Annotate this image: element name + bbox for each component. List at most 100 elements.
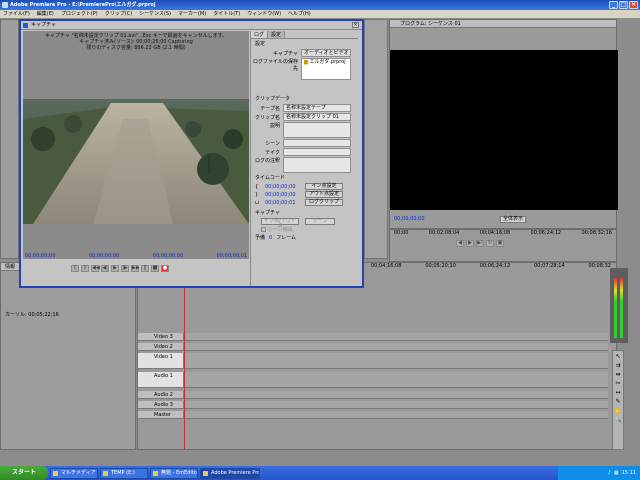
program-screen xyxy=(390,50,618,210)
out-point-icon: } xyxy=(255,191,259,198)
ripple-tool-icon[interactable]: ⇹ xyxy=(615,371,620,378)
menu-marker[interactable]: マーカー(M) xyxy=(178,10,206,18)
pen-tool-icon[interactable]: ✎ xyxy=(615,398,620,405)
menu-help[interactable]: ヘルプ(H) xyxy=(288,10,311,18)
safe-margin-icon[interactable]: ▣ xyxy=(496,240,504,247)
zoom-tool-icon[interactable]: 🔍 xyxy=(614,416,621,423)
goto-in-icon[interactable]: { xyxy=(71,265,79,272)
menu-sequence[interactable]: シーケンス(S) xyxy=(139,10,171,18)
capture-dialog-title: キャプチャ xyxy=(31,22,56,28)
taskbar-emeditor[interactable]: 無題 - EmEditor xyxy=(150,467,198,479)
track-audio-2[interactable]: Audio 2 xyxy=(138,391,608,399)
log-note-label: ログの注釈 xyxy=(254,158,280,164)
taskbar-multimedia[interactable]: マルチメディア xyxy=(50,467,98,479)
timeline-ruler: 00;04;16;08 00;05;20;10 00;06;24;12 00;0… xyxy=(371,263,611,269)
scene-field[interactable] xyxy=(283,139,351,147)
folder-icon: ▆ xyxy=(304,59,308,65)
capture-tabs: ログ 設定 xyxy=(251,31,358,39)
pause-icon[interactable]: ‖ xyxy=(141,265,149,272)
taskbar-premiere[interactable]: Adobe Premiere Pro... xyxy=(200,467,260,479)
tape-name-field[interactable]: 名称未設定テープ xyxy=(283,104,351,112)
capture-dialog-titlebar: キャプチャ × xyxy=(21,21,362,30)
program-timecode[interactable]: 00;00;00;00 xyxy=(394,216,425,222)
minimize-button[interactable]: _ xyxy=(609,1,618,9)
capture-tc-mid[interactable]: 00;00;00;00 xyxy=(89,253,120,259)
stop-icon[interactable]: ■ xyxy=(151,265,159,272)
timecode-section-title: タイムコード xyxy=(255,175,285,181)
slip-tool-icon[interactable]: ↔ xyxy=(615,389,620,396)
capture-mode-select[interactable]: オーディオとビデオ xyxy=(301,49,351,57)
menu-title[interactable]: タイトル(T) xyxy=(213,10,240,18)
scene-detect-checkbox[interactable] xyxy=(261,227,266,232)
step-back-deck-icon[interactable]: ◀| xyxy=(101,265,109,272)
capture-video-frame xyxy=(23,99,249,224)
program-tab[interactable]: プログラム: シーケンス 01 xyxy=(390,20,616,28)
log-note-field[interactable] xyxy=(283,157,351,173)
scene-detect-label: シーン検出 xyxy=(268,227,293,233)
clip-name-field[interactable]: 名称未設定クリップ 01 xyxy=(283,113,351,121)
menu-clip[interactable]: クリップ(C) xyxy=(105,10,132,18)
tab-log[interactable]: ログ xyxy=(251,31,269,38)
meter-right xyxy=(620,278,623,338)
project-panel xyxy=(0,19,19,259)
tab-settings[interactable]: 設定 xyxy=(268,31,286,38)
out-point-tc[interactable]: 00;00;00;00 xyxy=(265,192,305,198)
start-button[interactable]: スタート xyxy=(0,466,48,480)
record-icon[interactable]: ● xyxy=(161,265,169,272)
capture-tc-right[interactable]: 00;00;00;01 xyxy=(216,253,247,259)
log-dest-field[interactable]: ▆ エルガダ.prproj xyxy=(301,58,351,80)
step-forward-deck-icon[interactable]: |▶ xyxy=(121,265,129,272)
track-video-2[interactable]: Video 2 xyxy=(138,343,608,351)
track-video-1[interactable]: Video 1 xyxy=(138,353,608,369)
network-icon[interactable]: ▦ xyxy=(614,470,619,476)
timeline-panel: 00;04;16;08 00;05;20;10 00;06;24;12 00;0… xyxy=(137,262,617,450)
capture-tape-button[interactable]: テープ xyxy=(305,218,335,225)
menu-edit[interactable]: 編集(E) xyxy=(37,10,54,18)
set-out-button[interactable]: アウト点設定 xyxy=(305,191,343,198)
handles-label: 予備 xyxy=(255,235,266,241)
capture-tc-right2[interactable]: 00;00;00;00 xyxy=(153,253,184,259)
clip-name-label: クリップ名 xyxy=(254,114,280,121)
clock: 15:11 xyxy=(621,470,636,476)
selection-tool-icon[interactable]: ↖ xyxy=(615,353,620,360)
rewind-icon[interactable]: ◀◀ xyxy=(91,265,100,272)
in-point-tc[interactable]: 00;00;00;00 xyxy=(265,184,305,190)
playhead-line[interactable] xyxy=(184,273,185,449)
step-back-icon[interactable]: ◀ xyxy=(456,240,464,247)
razor-tool-icon[interactable]: ✂ xyxy=(615,380,620,387)
taskbar-temp[interactable]: TEMP (E:) xyxy=(100,467,148,479)
hand-tool-icon[interactable]: ✋ xyxy=(614,407,621,414)
capture-tc-left[interactable]: 00;00;00;00 xyxy=(25,253,56,259)
loop-icon[interactable]: ↻ xyxy=(486,240,494,247)
set-in-button[interactable]: イン点設定 xyxy=(305,183,343,190)
track-audio-3[interactable]: Audio 3 xyxy=(138,401,608,409)
capture-icon xyxy=(23,23,28,28)
play-deck-icon[interactable]: ▶ xyxy=(111,265,119,272)
track-master[interactable]: Master xyxy=(138,411,608,419)
maximize-button[interactable]: □ xyxy=(619,1,628,9)
log-clip-button[interactable]: ログクリップ xyxy=(305,199,343,206)
menu-project[interactable]: プロジェクト(P) xyxy=(61,10,98,18)
log-dest-value: エルガダ.prproj xyxy=(309,59,346,65)
take-field[interactable] xyxy=(283,148,351,156)
speaker-icon[interactable]: ♪ xyxy=(608,470,611,476)
track-select-tool-icon[interactable]: ⇉ xyxy=(615,362,620,369)
close-button[interactable]: × xyxy=(629,1,638,9)
step-forward-icon[interactable]: ▶| xyxy=(476,240,484,247)
track-video-3[interactable]: Video 3 xyxy=(138,333,608,341)
dialog-close-button[interactable]: × xyxy=(352,22,359,28)
description-field[interactable] xyxy=(283,122,351,138)
play-icon[interactable]: ▶ xyxy=(466,240,474,247)
menu-window[interactable]: ウィンドウ(W) xyxy=(247,10,281,18)
settings-section-title: 設定 xyxy=(255,41,266,47)
scene-label: シーン xyxy=(265,140,280,147)
handles-value[interactable]: 0 xyxy=(269,235,272,241)
track-audio-1[interactable]: Audio 1 xyxy=(138,372,608,388)
goto-out-icon[interactable]: } xyxy=(81,265,89,272)
info-panel: 情報 カーソル: 00;05;22;16 xyxy=(0,262,136,450)
cursor-info: カーソル: 00;05;22;16 xyxy=(5,312,59,318)
zoom-select[interactable]: 全体表示 xyxy=(500,216,526,223)
menu-file[interactable]: ファイル(F) xyxy=(3,10,30,18)
capture-inout-button[interactable]: イン点/アウト点 xyxy=(261,218,299,229)
fast-forward-icon[interactable]: ▶▶ xyxy=(131,265,140,272)
